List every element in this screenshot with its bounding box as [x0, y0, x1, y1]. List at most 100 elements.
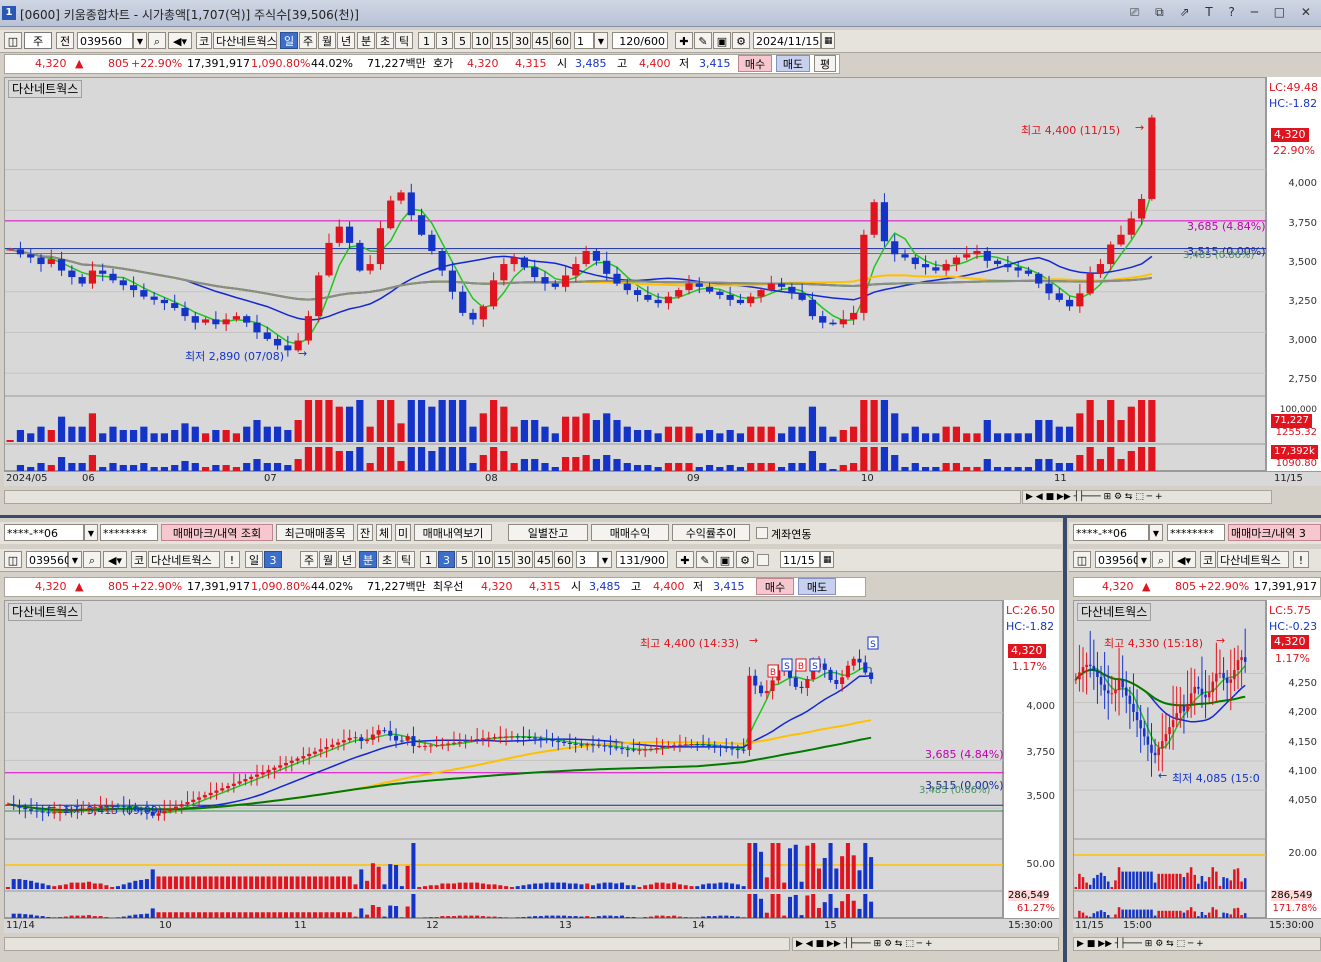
bl-sell-button[interactable]: 매도: [798, 578, 836, 595]
bl-period-tick[interactable]: 틱: [397, 551, 415, 568]
bl-daily-balance-button[interactable]: 일별잔고: [508, 524, 588, 541]
period-tick[interactable]: 틱: [395, 32, 413, 49]
br-password-input[interactable]: ********: [1167, 524, 1225, 541]
bl-return-trend-button[interactable]: 수익률추이: [672, 524, 750, 541]
chart-type-icon[interactable]: ◫: [4, 32, 22, 49]
bl-period-second[interactable]: 초: [378, 551, 396, 568]
interval-10[interactable]: 10: [472, 32, 491, 49]
bl-trade-profit-button[interactable]: 매매수익: [591, 524, 669, 541]
window-controls[interactable]: ⎚ ⧉ ⇗ T ? ─ □ ✕: [1130, 5, 1317, 20]
bl-account-link-checkbox[interactable]: [756, 527, 768, 539]
main-chart-area[interactable]: 다산네트웍스 최고 4,400 (11/15) → 최저 2,890 (07/0…: [4, 77, 1267, 472]
bl-buy-button[interactable]: 매수: [756, 578, 794, 595]
bl-code-dropdown-icon[interactable]: ▼: [68, 551, 82, 568]
bl-nav-controls[interactable]: ▶ ◀ ■ ▶▶ ┤├─── ⊞ ⚙ ⇆ ⬚ ─ +: [792, 937, 1059, 951]
br-sound-icon[interactable]: ◀▾: [1172, 551, 1196, 568]
bl-period-month[interactable]: 월: [319, 551, 337, 568]
bl-account-dropdown-icon[interactable]: ▼: [84, 524, 98, 541]
bl-interval-30[interactable]: 30: [514, 551, 533, 568]
bl-interval-3[interactable]: 3: [438, 551, 455, 568]
bl-sound-icon[interactable]: ◀▾: [103, 551, 127, 568]
settings-icon[interactable]: ⚙: [732, 32, 750, 49]
br-alert-button[interactable]: !: [1293, 551, 1309, 568]
search-icon[interactable]: ⌕: [148, 32, 166, 49]
bl-interval-15[interactable]: 15: [494, 551, 513, 568]
bl-chart-type-icon[interactable]: ◫: [4, 551, 22, 568]
bl-filled-button[interactable]: 체: [376, 524, 392, 541]
sell-button[interactable]: 매도: [776, 55, 810, 72]
bl-recent-trades-button[interactable]: 최근매매종목: [276, 524, 354, 541]
br-account-input[interactable]: ****-**06: [1073, 524, 1149, 541]
bl-period-minute[interactable]: 분: [359, 551, 377, 568]
bl-date-input[interactable]: 11/15: [780, 551, 820, 568]
interval-60[interactable]: 60: [552, 32, 571, 49]
bl-period-day[interactable]: 일: [245, 551, 263, 568]
bl-scrollbar[interactable]: [4, 937, 790, 951]
count-input[interactable]: 120/600: [612, 32, 668, 49]
interval-3[interactable]: 3: [436, 32, 453, 49]
br-code-input[interactable]: 039560: [1095, 551, 1140, 568]
interval-dropdown-icon[interactable]: ▼: [594, 32, 608, 49]
flat-button[interactable]: 평: [814, 55, 836, 72]
interval-1[interactable]: 1: [418, 32, 435, 49]
bl-unfilled-button[interactable]: 미: [395, 524, 411, 541]
bl-count-input[interactable]: 131/900: [616, 551, 668, 568]
interval-input[interactable]: 1: [574, 32, 594, 49]
bl-save-icon[interactable]: ▣: [716, 551, 734, 568]
prev-button[interactable]: 전: [56, 32, 74, 49]
calendar-icon[interactable]: ▦: [821, 32, 835, 49]
period-month[interactable]: 월: [318, 32, 336, 49]
bl-account-input[interactable]: ****-**06: [4, 524, 84, 541]
br-search-icon[interactable]: ⌕: [1152, 551, 1170, 568]
bl-crosshair-icon[interactable]: ✚: [676, 551, 694, 568]
interval-45[interactable]: 45: [532, 32, 551, 49]
bl-trade-mark-button[interactable]: 매매마크/내역 조회: [161, 524, 273, 541]
br-stock-name[interactable]: 다산네트웍스: [1217, 551, 1289, 568]
code-input[interactable]: 039560: [77, 32, 133, 49]
br-account-dropdown-icon[interactable]: ▼: [1149, 524, 1163, 541]
br-nav-controls[interactable]: ▶ ■ ▶▶ ┤├─── ⊞ ⚙ ⇆ ⬚ ─ +: [1073, 937, 1321, 951]
save-icon[interactable]: ▣: [713, 32, 731, 49]
bl-interval-dropdown-icon[interactable]: ▼: [598, 551, 612, 568]
br-code-dropdown-icon[interactable]: ▼: [1137, 551, 1151, 568]
bl-calendar-icon[interactable]: ▦: [820, 551, 834, 568]
period-year[interactable]: 년: [337, 32, 355, 49]
period-second[interactable]: 초: [376, 32, 394, 49]
bl-interval-60[interactable]: 60: [554, 551, 573, 568]
market-select[interactable]: 주: [24, 32, 52, 49]
bl-date-checkbox[interactable]: [757, 554, 769, 566]
period-minute[interactable]: 분: [357, 32, 375, 49]
bl-password-input[interactable]: ********: [100, 524, 158, 541]
main-scrollbar[interactable]: [4, 490, 1021, 504]
main-nav-controls[interactable]: ▶ ◀ ■ ▶▶ ┤├─── ⊞ ⚙ ⇆ ⬚ ─ +: [1022, 490, 1272, 504]
bl-interval-10[interactable]: 10: [474, 551, 493, 568]
sound-icon[interactable]: ◀▾: [168, 32, 192, 49]
interval-15[interactable]: 15: [492, 32, 511, 49]
bl-period-year[interactable]: 년: [338, 551, 356, 568]
interval-5[interactable]: 5: [454, 32, 471, 49]
bl-search-icon[interactable]: ⌕: [83, 551, 101, 568]
br-chart-type-icon[interactable]: ◫: [1073, 551, 1091, 568]
bl-interval-5[interactable]: 5: [456, 551, 473, 568]
stock-name[interactable]: 다산네트웍스: [213, 32, 277, 49]
bl-stock-name[interactable]: 다산네트웍스: [148, 551, 220, 568]
bl-interval-1[interactable]: 1: [420, 551, 437, 568]
bl-period-3[interactable]: 3: [264, 551, 282, 568]
bl-interval-45[interactable]: 45: [534, 551, 553, 568]
interval-30[interactable]: 30: [512, 32, 531, 49]
three-minute-candle-chart[interactable]: BS B SS: [5, 601, 1004, 919]
bl-period-week[interactable]: 주: [300, 551, 318, 568]
br-chart-area[interactable]: 다산네트웍스 최고 4,330 (15:18) → 최저 4,085 (15:0…: [1073, 600, 1267, 919]
bl-alert-button[interactable]: !: [224, 551, 240, 568]
bl-settings-icon[interactable]: ⚙: [736, 551, 754, 568]
date-input[interactable]: 2024/11/15: [753, 32, 821, 49]
code-dropdown-icon[interactable]: ▼: [133, 32, 147, 49]
br-trade-mark-button[interactable]: 매매마크/내역 3: [1228, 524, 1321, 541]
pane-divider[interactable]: [0, 515, 1321, 518]
bl-trade-history-button[interactable]: 매매내역보기: [414, 524, 492, 541]
bl-interval-input[interactable]: 3: [576, 551, 598, 568]
bl-draw-tool-icon[interactable]: ✎: [696, 551, 714, 568]
bl-chart-area[interactable]: 다산네트웍스 BSBSS 최고 4,400 (14:33) → 최저 3,415…: [4, 600, 1004, 919]
bl-balance-button[interactable]: 잔: [357, 524, 373, 541]
bl-code-input[interactable]: 039560: [26, 551, 71, 568]
